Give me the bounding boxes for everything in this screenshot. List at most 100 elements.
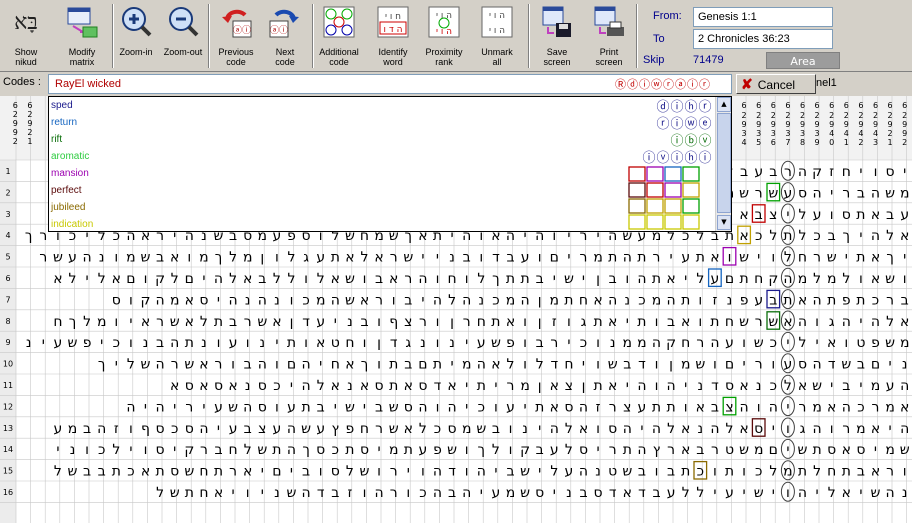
preview-cell xyxy=(646,198,664,214)
matrix-letter: י xyxy=(845,250,848,266)
additional-code-button[interactable]: Additional code xyxy=(316,2,362,70)
preview-letter: ⓘ xyxy=(642,151,655,166)
matrix-letter: ס xyxy=(156,442,165,458)
column-number: 2 xyxy=(902,138,907,147)
matrix-letter: ב xyxy=(492,421,500,437)
dropdown-item[interactable]: rift xyxy=(51,131,62,148)
matrix-letter: א xyxy=(331,271,340,287)
matrix-letter: ה xyxy=(170,335,179,351)
matrix-letter: ך xyxy=(361,357,369,373)
matrix-letter: ו xyxy=(275,357,279,373)
dropdown-item[interactable]: return xyxy=(51,114,77,131)
print-screen-button[interactable]: Print screen xyxy=(586,2,632,70)
matrix-letter: ט xyxy=(608,464,617,480)
preview-letter: ⓗ xyxy=(684,151,697,166)
matrix-letter: פ xyxy=(433,442,442,458)
to-field[interactable]: 2 Chronicles 36:23 xyxy=(693,29,833,49)
matrix-letter: ב xyxy=(623,357,631,373)
scroll-thumb[interactable] xyxy=(717,113,731,213)
matrix-letter: ת xyxy=(214,314,223,330)
matrix-letter: ב xyxy=(244,357,252,373)
matrix-letter: ו xyxy=(114,250,118,266)
unmark-all-button[interactable]: ה ו י ה ו י Unmark all xyxy=(474,2,520,70)
next-code-button[interactable]: ⓐⓘ Next code xyxy=(262,2,308,70)
identify-word-button[interactable]: ח ו י ה ד ו Identify word xyxy=(370,2,416,70)
scroll-up-icon[interactable]: ▲ xyxy=(717,97,731,112)
matrix-letter: ש xyxy=(754,485,764,501)
row-number: 5 xyxy=(5,253,10,262)
matrix-letter: א xyxy=(900,399,909,415)
dropdown-item[interactable]: mansion xyxy=(51,165,89,182)
modify-matrix-button[interactable]: Modify matrix xyxy=(56,2,108,70)
matrix-letter: ח xyxy=(331,357,340,373)
previous-code-button[interactable]: ⓐⓘ Previous code xyxy=(212,2,260,70)
matrix-letter: ץ xyxy=(653,442,661,458)
scroll-down-icon[interactable]: ▼ xyxy=(717,215,731,230)
matrix-letter: ל xyxy=(667,421,675,437)
dropdown-item[interactable]: jubileed xyxy=(51,199,85,216)
matrix-letter: כ xyxy=(419,485,426,501)
matrix-letter: ד xyxy=(828,357,836,373)
matrix-letter: ב xyxy=(536,442,544,458)
matrix-letter: י xyxy=(582,357,585,373)
dropdown-item[interactable]: perfect xyxy=(51,182,82,199)
dropdown-item[interactable]: indication xyxy=(51,216,93,231)
matrix-letter: כ xyxy=(813,228,820,244)
matrix-letter: י xyxy=(261,464,264,480)
column-number: 6 xyxy=(844,101,849,110)
matrix-letter: ב xyxy=(901,292,909,308)
preview-cell xyxy=(664,198,682,214)
matrix-letter: א xyxy=(681,421,690,437)
codes-combobox[interactable]: RayEl wicked Ⓡⓓⓘⓦⓡⓐⓘⓡ ▼ xyxy=(48,74,778,94)
matrix-letter: ת xyxy=(506,271,515,287)
matrix-letter: ל xyxy=(565,442,573,458)
matrix-letter: ש xyxy=(141,250,151,266)
matrix-letter: ה xyxy=(667,292,676,308)
matrix-letter: ת xyxy=(856,207,865,223)
additional-code-label: Additional code xyxy=(319,47,359,67)
matrix-letter: א xyxy=(199,378,208,394)
matrix-letter: א xyxy=(243,271,252,287)
column-number: 2 xyxy=(13,110,18,119)
matrix-letter: ך xyxy=(98,357,106,373)
matrix-letter: ם xyxy=(185,271,194,287)
zoom-in-button[interactable]: Zoom-in xyxy=(116,2,156,70)
save-screen-button[interactable]: Save screen xyxy=(534,2,580,70)
matrix-letter: י xyxy=(202,271,205,287)
zoom-out-button[interactable]: Zoom-out xyxy=(162,2,204,70)
proximity-rank-button[interactable]: ה ו י ה ו י Proximity rank xyxy=(418,2,470,70)
matrix-letter: ע xyxy=(784,185,793,201)
svg-text:ה ו י: ה ו י xyxy=(436,11,452,21)
show-nikud-button[interactable]: בָּא Show nikud xyxy=(4,2,48,70)
dropdown-item[interactable]: aromatic xyxy=(51,148,89,165)
matrix-letter: ו xyxy=(421,464,425,480)
matrix-letter: ו xyxy=(713,464,717,480)
matrix-letter: ן xyxy=(538,314,542,330)
matrix-letter: ם xyxy=(550,250,559,266)
matrix-letter: ר xyxy=(609,442,617,458)
matrix-letter: ל xyxy=(507,357,515,373)
dropdown-item[interactable]: sped xyxy=(51,97,73,114)
matrix-letter: פ xyxy=(83,335,92,351)
matrix-letter: ה xyxy=(229,292,238,308)
dropdown-scrollbar[interactable]: ▲ ▼ xyxy=(715,97,731,231)
matrix-letter: ה xyxy=(798,164,807,180)
column-number: 2 xyxy=(27,128,32,137)
matrix-letter: ר xyxy=(156,314,164,330)
matrix-letter: ב xyxy=(98,464,106,480)
matrix-letter: ר xyxy=(842,185,850,201)
area-button[interactable]: Area xyxy=(766,52,840,69)
matrix-letter: ש xyxy=(301,421,311,437)
from-field[interactable]: Genesis 1:1 xyxy=(693,7,833,27)
matrix-letter: ל xyxy=(69,271,77,287)
column-number: 3 xyxy=(873,138,878,147)
matrix-letter: ו xyxy=(523,335,527,351)
cancel-button[interactable]: ✘ Cancel xyxy=(736,74,816,94)
matrix-letter: ש xyxy=(841,357,851,373)
matrix-letter: א xyxy=(345,357,354,373)
column-number: 6 xyxy=(756,101,761,110)
matrix-letter: ת xyxy=(725,464,734,480)
matrix-letter: י xyxy=(626,378,629,394)
matrix-letter: נ xyxy=(201,335,207,351)
matrix-letter: ו xyxy=(129,335,133,351)
